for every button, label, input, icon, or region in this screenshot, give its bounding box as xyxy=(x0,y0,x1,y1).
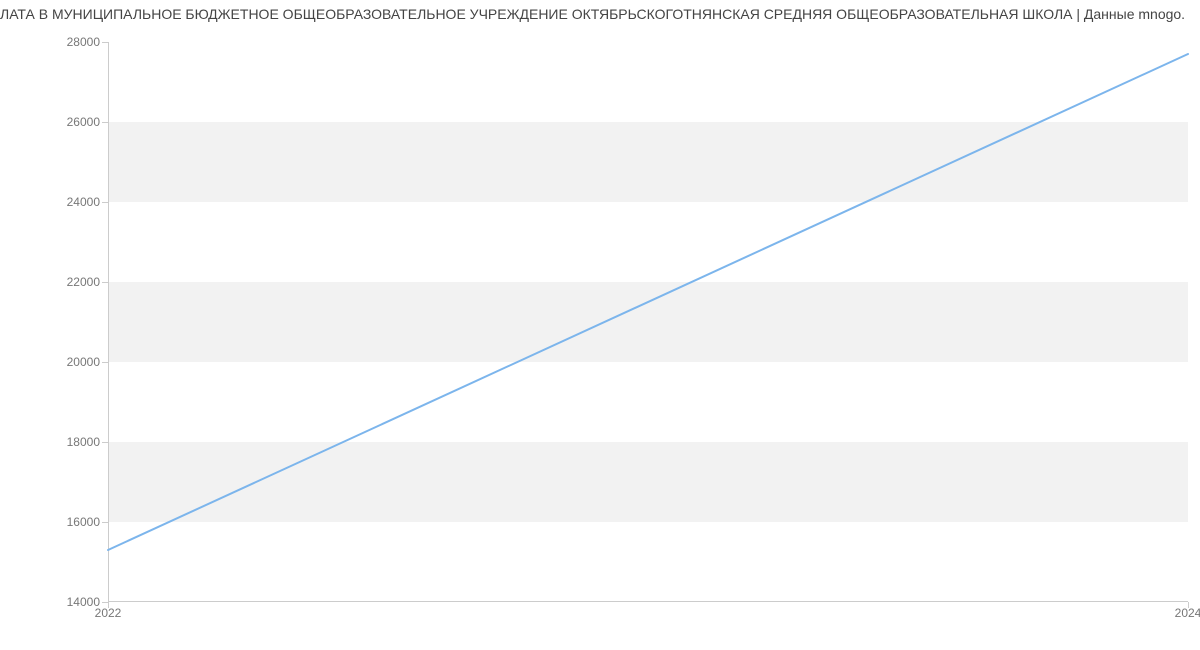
series-line xyxy=(108,54,1188,550)
y-tick-label: 18000 xyxy=(20,435,100,449)
y-tick-mark xyxy=(102,522,108,523)
y-tick-label: 24000 xyxy=(20,195,100,209)
y-tick-mark xyxy=(102,42,108,43)
y-tick-label: 16000 xyxy=(20,515,100,529)
chart-container: ЛАТА В МУНИЦИПАЛЬНОЕ БЮДЖЕТНОЕ ОБЩЕОБРАЗ… xyxy=(0,0,1200,650)
y-tick-mark xyxy=(102,202,108,203)
x-tick-label: 2022 xyxy=(95,606,122,620)
y-tick-label: 28000 xyxy=(20,35,100,49)
x-tick-label: 2024 xyxy=(1175,606,1200,620)
y-tick-label: 26000 xyxy=(20,115,100,129)
y-tick-mark xyxy=(102,362,108,363)
chart-title: ЛАТА В МУНИЦИПАЛЬНОЕ БЮДЖЕТНОЕ ОБЩЕОБРАЗ… xyxy=(0,6,1200,22)
y-tick-mark xyxy=(102,442,108,443)
y-tick-label: 22000 xyxy=(20,275,100,289)
x-tick-mark xyxy=(108,602,109,608)
line-layer xyxy=(108,42,1188,602)
y-tick-mark xyxy=(102,122,108,123)
y-tick-label: 14000 xyxy=(20,595,100,609)
plot-area xyxy=(108,42,1188,602)
y-tick-mark xyxy=(102,282,108,283)
y-tick-label: 20000 xyxy=(20,355,100,369)
x-tick-mark xyxy=(1188,602,1189,608)
